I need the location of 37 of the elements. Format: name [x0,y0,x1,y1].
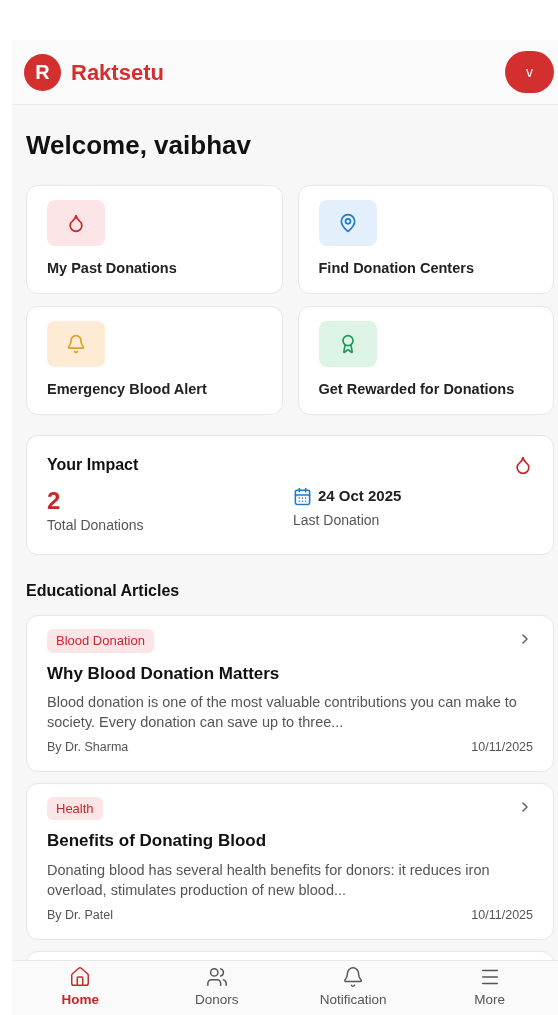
article-card[interactable]: Health Benefits of Donating Blood Donating blood has several health benefits for donors: it reduces iron overload, stimulates production of new blood... By Dr. Patel 10/11/2025 [26,782,554,940]
quick-action-card[interactable]: My Past Donations [26,185,283,294]
avatar-button[interactable]: v [505,51,554,93]
article-card[interactable]: Blood Donation Why Blood Donation Matters Blood donation is one of the most valuable contributions you can make to society. Every donation can save up to three... By Dr. Sharma 10/11/2025 [26,615,554,772]
impact-title: Your Impact [47,455,139,475]
section-heading: Educational Articles [26,581,181,601]
drop-icon [513,455,533,475]
article-title: Benefits of Donating Blood [47,830,268,853]
category-tag: Health [47,796,103,821]
nav-tab[interactable]: Donors [148,961,285,1015]
nav-tab[interactable]: Notification [285,961,422,1015]
article-date: 10/11/2025 [471,906,533,924]
total-donations-label: Total Donations [47,516,145,535]
quick-action-card[interactable]: Get Rewarded for Donations [297,306,554,415]
welcome-heading: Welcome, vaibhav [26,129,252,162]
app-name: Raktsetu [71,58,164,87]
last-donation-label: Last Donation [293,510,381,530]
article-date: 10/11/2025 [471,739,533,756]
people-icon [205,965,228,988]
calendar-icon [293,486,312,506]
article-author: By Dr. Sharma [47,739,129,756]
article-title: Why Blood Donation Matters [47,662,281,685]
category-tag: Blood Donation [47,629,154,653]
quick-action-card[interactable]: Emergency Blood Alert [26,306,283,415]
bell-icon [66,334,86,354]
nav-tab[interactable]: More [421,961,558,1015]
home-icon [69,965,92,988]
article-author: By Dr. Patel [47,906,113,924]
article-summary: Blood donation is one of the most valuable contributions you can make to society. Every donation can save up to three... [47,693,518,732]
drop-icon [66,213,86,233]
nav-tab[interactable]: Home [12,961,149,1015]
bell-icon [342,965,365,988]
last-donation-date: 24 Oct 2025 [318,486,402,506]
total-donations-count: 2 [47,487,62,515]
article-summary: Donating blood has several health benefits for donors: it reduces iron overload, stimulates production of new blood... [47,860,491,900]
logo-badge: R [24,53,61,91]
quick-action-card[interactable]: Find Donation Centers [297,185,554,294]
